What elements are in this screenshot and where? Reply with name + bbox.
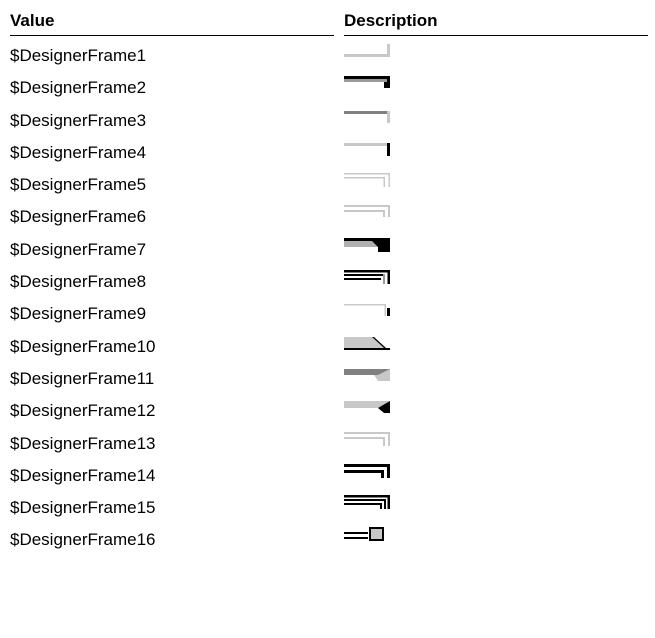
value-cell: $DesignerFrame14 [10,465,156,485]
table-row: $DesignerFrame11 [10,359,655,391]
table-row: $DesignerFrame13 [10,424,655,456]
value-cell: $DesignerFrame6 [10,207,147,227]
value-cell: $DesignerFrame3 [10,110,147,130]
table-row: $DesignerFrame1 [10,36,655,68]
table-row: $DesignerFrame2 [10,68,655,100]
frame-style-4-icon [344,133,648,165]
value-cell: $DesignerFrame8 [10,272,147,292]
table-row: $DesignerFrame3 [10,101,655,133]
frame-style-14-icon [344,456,648,488]
value-cell: $DesignerFrame15 [10,498,156,518]
table-row: $DesignerFrame6 [10,197,655,229]
value-cell: $DesignerFrame11 [10,368,155,388]
value-cell: $DesignerFrame4 [10,142,147,162]
value-cell: $DesignerFrame1 [10,46,147,65]
value-column-header: Value [10,8,334,36]
table-row: $DesignerFrame4 [10,133,655,165]
table-row: $DesignerFrame7 [10,230,655,262]
frame-values-table: Value Description $DesignerFrame1 $Desig… [10,8,655,553]
value-cell: $DesignerFrame7 [10,239,147,259]
frame-style-8-icon [344,262,648,294]
value-cell: $DesignerFrame5 [10,175,147,195]
frame-style-9-icon [344,294,648,326]
frame-style-3-icon [344,101,648,133]
description-column-header: Description [344,8,648,36]
frame-style-1-icon [344,36,648,68]
frame-style-7-icon [344,230,648,262]
frame-style-16-icon [344,520,648,552]
table-header: Value Description [10,8,655,36]
value-cell: $DesignerFrame13 [10,433,156,453]
table-row: $DesignerFrame14 [10,456,655,488]
value-cell: $DesignerFrame2 [10,78,147,98]
frame-style-12-icon [344,391,648,423]
table-row: $DesignerFrame10 [10,327,655,359]
frame-style-13-icon [344,424,648,456]
frame-style-15-icon [344,488,648,520]
table-row: $DesignerFrame15 [10,488,655,520]
value-cell: $DesignerFrame16 [10,530,156,550]
frame-style-5-icon [344,165,648,197]
table-row: $DesignerFrame8 [10,262,655,294]
table-row: $DesignerFrame12 [10,391,655,423]
frame-style-11-icon [344,359,648,391]
table-row: $DesignerFrame9 [10,294,655,326]
table-row: $DesignerFrame5 [10,165,655,197]
frame-style-2-icon [344,68,648,100]
frame-style-10-icon [344,327,648,359]
value-cell: $DesignerFrame9 [10,304,147,324]
frame-style-6-icon [344,197,648,229]
value-cell: $DesignerFrame12 [10,401,156,421]
value-cell: $DesignerFrame10 [10,336,156,356]
table-row: $DesignerFrame16 [10,520,655,552]
